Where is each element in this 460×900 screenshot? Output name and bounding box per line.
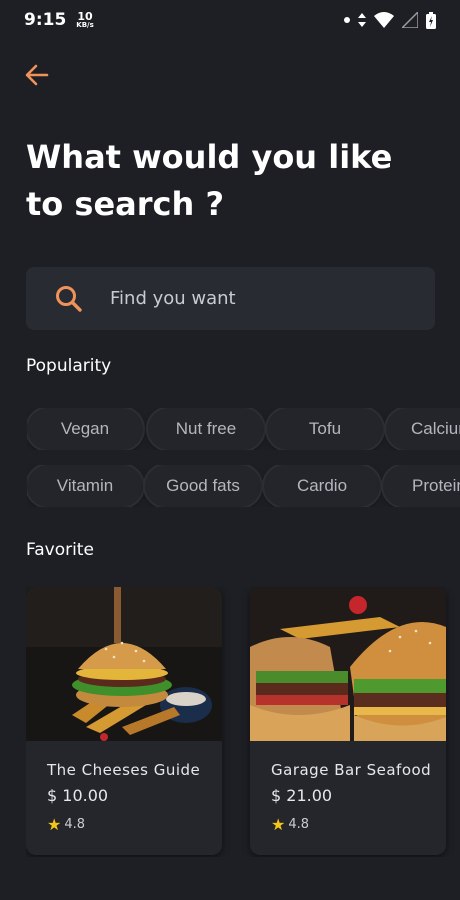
rating-value: 4.8: [64, 817, 86, 832]
food-card[interactable]: The Cheeses Guide $ 10.00 ★ 4.8: [26, 587, 222, 855]
section-label-popularity: Popularity: [26, 356, 112, 376]
card-title: The Cheeses Guide: [47, 761, 201, 779]
network-speed: 10 KB/s: [76, 11, 93, 29]
food-card[interactable]: Garage Bar Seafood $ 21.00 ★ 4.8: [250, 587, 446, 855]
burger-fries-photo: [26, 587, 222, 741]
search-bar[interactable]: [26, 267, 435, 330]
star-icon: ★: [271, 815, 286, 834]
favorite-list: The Cheeses Guide $ 10.00 ★ 4.8 Garage B…: [26, 587, 460, 857]
chip-nut-free[interactable]: Nut free: [148, 408, 264, 450]
notification-dot-icon: [344, 17, 350, 23]
back-arrow-icon[interactable]: [22, 60, 52, 90]
rating-value: 4.8: [288, 817, 310, 832]
card-price: $ 21.00: [271, 786, 333, 805]
chips-row-2: Vitamin Good fats Cardio Protein: [27, 465, 460, 507]
page-title: What would you like to search ?: [26, 138, 393, 223]
chips-row-1: Vegan Nut free Tofu Calcium: [27, 408, 460, 450]
chip-protein[interactable]: Protein: [383, 465, 460, 507]
battery-icon: [426, 11, 436, 29]
star-icon: ★: [47, 815, 62, 834]
status-time: 9:15: [24, 10, 67, 30]
chip-vegan[interactable]: Vegan: [27, 408, 143, 450]
network-speed-unit: KB/s: [76, 21, 94, 29]
chip-good-fats[interactable]: Good fats: [145, 465, 261, 507]
signal-icon: [402, 12, 418, 28]
chip-vitamin[interactable]: Vitamin: [27, 465, 143, 507]
chip-cardio[interactable]: Cardio: [264, 465, 380, 507]
wifi-icon: [374, 12, 394, 28]
search-icon: [56, 285, 82, 312]
search-input[interactable]: [110, 288, 400, 309]
status-icons: [344, 11, 436, 29]
card-rating: ★ 4.8: [271, 815, 309, 834]
card-rating: ★ 4.8: [47, 815, 85, 834]
burger-sandwich-photo: [250, 587, 446, 741]
status-bar: 9:15 10 KB/s: [0, 0, 460, 40]
card-price: $ 10.00: [47, 786, 109, 805]
chip-calcium[interactable]: Calcium: [386, 408, 460, 450]
chip-tofu[interactable]: Tofu: [267, 408, 383, 450]
card-title: Garage Bar Seafood: [271, 761, 432, 779]
data-transfer-icon: [358, 13, 366, 27]
section-label-favorite: Favorite: [26, 540, 94, 560]
